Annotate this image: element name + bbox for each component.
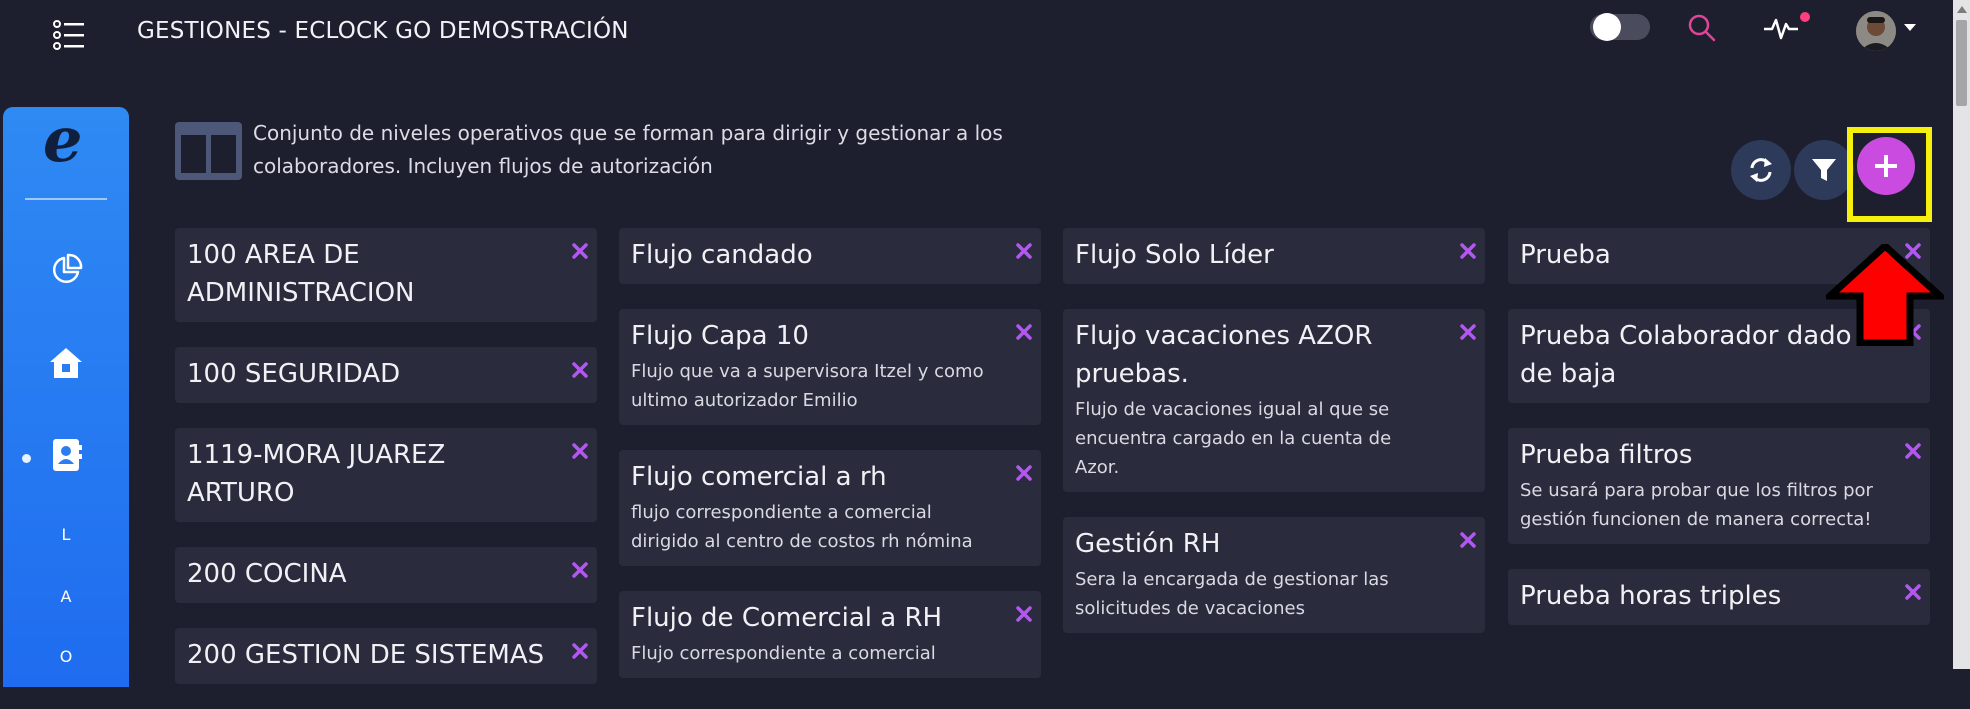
close-icon[interactable] [1459, 323, 1477, 341]
refresh-button[interactable] [1731, 140, 1791, 200]
close-icon[interactable] [571, 642, 589, 660]
columns-icon [175, 122, 242, 180]
chevron-down-icon[interactable] [1904, 24, 1916, 31]
theme-toggle[interactable] [1590, 13, 1650, 41]
gestion-card[interactable]: 100 SEGURIDAD [175, 347, 597, 403]
page-title: GESTIONES - ECLOCK GO DEMOSTRACIÓN [137, 18, 629, 44]
scroll-up-icon[interactable] [1957, 6, 1967, 13]
card-column: 100 AREA DE ADMINISTRACION 100 SEGURIDAD 1… [175, 228, 597, 709]
contacts-icon[interactable] [48, 437, 84, 473]
card-description: Se usará para probar que los filtros por… [1520, 480, 1873, 530]
highlight-box [1847, 127, 1932, 222]
card-description: Flujo que va a supervisora Itzel y como … [631, 361, 984, 411]
card-title: Flujo Solo Líder [1075, 240, 1274, 270]
home-icon[interactable] [48, 345, 84, 381]
sidebar: e L A O [3, 107, 129, 687]
scrollbar-thumb[interactable] [1956, 20, 1967, 106]
card-column: Flujo Solo Líder Flujo vacaciones AZOR pr… [1063, 228, 1485, 658]
gestion-card[interactable]: Prueba filtros Se usará para probar que l… [1508, 428, 1930, 544]
card-title: 1119-MORA JUAREZ ARTURO [187, 440, 446, 508]
card-title: Prueba horas triples [1520, 581, 1782, 611]
gestion-card[interactable]: Flujo vacaciones AZOR pruebas. Flujo de v… [1063, 309, 1485, 492]
sidebar-letter[interactable]: A [3, 587, 129, 606]
avatar[interactable] [1856, 11, 1896, 51]
gestion-card[interactable]: Flujo de Comercial a RH Flujo correspondi… [619, 591, 1041, 678]
card-description: Flujo de vacaciones igual al que se encu… [1075, 399, 1392, 478]
close-icon[interactable] [1904, 442, 1922, 460]
card-title: 200 COCINA [187, 559, 347, 589]
card-title: Flujo comercial a rh [631, 462, 887, 492]
filter-button[interactable] [1794, 140, 1854, 200]
menu-icon[interactable] [52, 18, 86, 52]
gestion-card[interactable]: Flujo Solo Líder [1063, 228, 1485, 284]
gestion-card[interactable]: 100 AREA DE ADMINISTRACION [175, 228, 597, 322]
sidebar-letter[interactable]: L [3, 525, 129, 544]
close-icon[interactable] [1015, 605, 1033, 623]
description-line: Conjunto de niveles operativos que se fo… [253, 121, 1003, 145]
gestion-card[interactable]: Flujo comercial a rh flujo correspondient… [619, 450, 1041, 566]
gestion-card[interactable]: 200 GESTION DE SISTEMAS [175, 628, 597, 684]
gestion-card[interactable]: 1119-MORA JUAREZ ARTURO [175, 428, 597, 522]
card-description: flujo correspondiente a comercial dirigi… [631, 502, 973, 552]
refresh-icon [1750, 158, 1772, 182]
sidebar-letter[interactable]: O [3, 647, 129, 666]
gestion-card[interactable]: Gestión RH Sera la encargada de gestionar… [1063, 517, 1485, 633]
description-line: colaboradores. Incluyen flujos de autori… [253, 154, 713, 178]
sidebar-divider [25, 198, 107, 200]
card-title: Gestión RH [1075, 529, 1221, 559]
close-icon[interactable] [1015, 242, 1033, 260]
gestion-card[interactable]: 200 COCINA [175, 547, 597, 603]
pulse-icon[interactable] [1762, 12, 1802, 44]
close-icon[interactable] [1459, 531, 1477, 549]
annotation-arrow [1820, 241, 1950, 347]
card-title: Flujo de Comercial a RH [631, 603, 943, 633]
page-description: Conjunto de niveles operativos que se fo… [253, 117, 1153, 183]
card-title: Flujo Capa 10 [631, 321, 809, 351]
gestion-card[interactable]: Prueba horas triples [1508, 569, 1930, 625]
card-title: Flujo vacaciones AZOR pruebas. [1075, 321, 1373, 389]
card-description: Flujo correspondiente a comercial [631, 643, 936, 664]
gestion-card[interactable]: Flujo candado [619, 228, 1041, 284]
close-icon[interactable] [1459, 242, 1477, 260]
scrollbar[interactable] [1953, 0, 1970, 669]
logo: e [43, 103, 83, 176]
close-icon[interactable] [571, 242, 589, 260]
card-title: 100 SEGURIDAD [187, 359, 401, 389]
card-title: 100 AREA DE ADMINISTRACION [187, 240, 415, 308]
close-icon[interactable] [1904, 583, 1922, 601]
close-icon[interactable] [571, 361, 589, 379]
close-icon[interactable] [1015, 323, 1033, 341]
card-column: Flujo candado Flujo Capa 10 Flujo que va a… [619, 228, 1041, 703]
card-description: Sera la encargada de gestionar las solic… [1075, 569, 1389, 619]
card-title: 200 GESTION DE SISTEMAS [187, 640, 545, 670]
toggle-knob [1593, 13, 1621, 41]
close-icon[interactable] [571, 442, 589, 460]
close-icon[interactable] [571, 561, 589, 579]
top-bar: GESTIONES - ECLOCK GO DEMOSTRACIÓN [0, 0, 1970, 70]
close-icon[interactable] [1015, 464, 1033, 482]
notification-dot [1800, 12, 1810, 22]
search-icon[interactable] [1686, 12, 1718, 44]
pie-chart-icon[interactable] [48, 252, 84, 288]
active-indicator [22, 454, 31, 463]
filter-icon [1812, 159, 1836, 181]
card-title: Prueba filtros [1520, 440, 1693, 470]
card-title: Flujo candado [631, 240, 813, 270]
gestion-card[interactable]: Flujo Capa 10 Flujo que va a supervisora … [619, 309, 1041, 425]
